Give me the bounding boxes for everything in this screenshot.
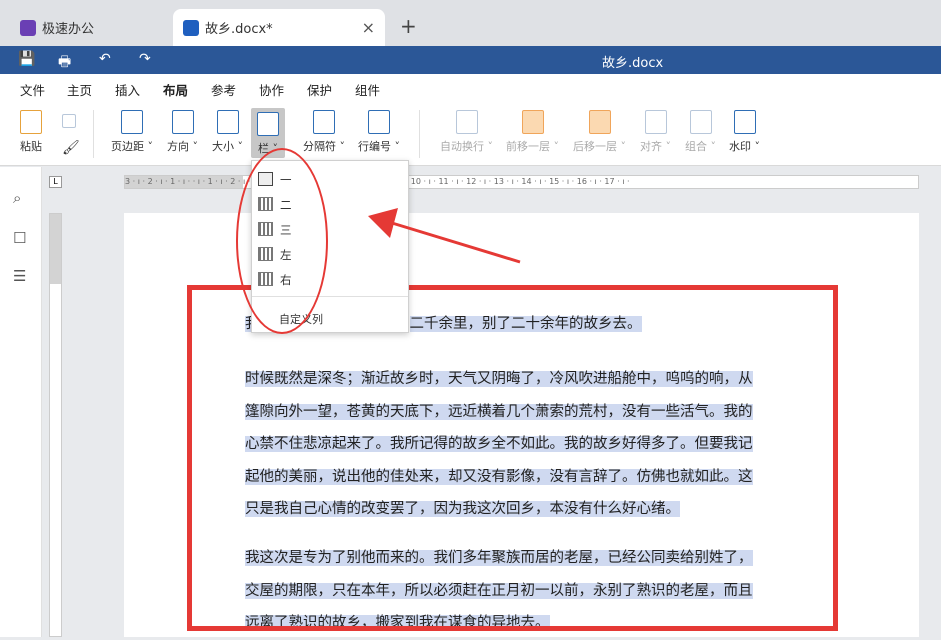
annotation-arrow <box>368 208 521 264</box>
arrow-shaft <box>391 221 521 264</box>
arrow-head <box>368 208 398 238</box>
